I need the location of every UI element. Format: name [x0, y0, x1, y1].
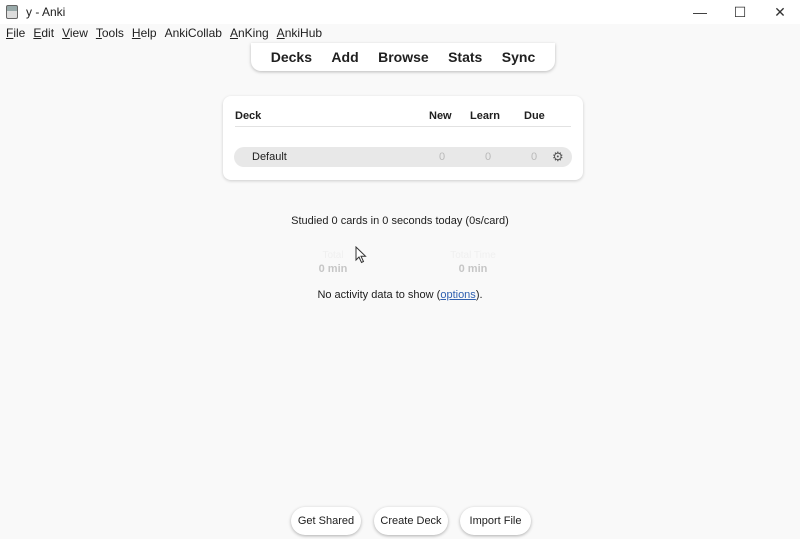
no-activity-text: No activity data to show (options). [317, 289, 483, 301]
window-title: y - Anki [26, 5, 66, 19]
deck-table-header: Deck New Learn Due [235, 110, 571, 127]
deck-list-card: Deck New Learn Due Default 0 0 0 ⚙ [223, 96, 583, 180]
deck-row[interactable]: Default 0 0 0 ⚙ [234, 147, 572, 167]
toolbar-sync[interactable]: Sync [502, 49, 535, 65]
close-button[interactable]: ✕ [760, 0, 800, 24]
toolbar-add[interactable]: Add [331, 49, 358, 65]
toolbar-stats[interactable]: Stats [448, 49, 482, 65]
menu-anking[interactable]: AnKing [230, 26, 269, 43]
mouse-cursor-icon [355, 246, 367, 264]
menu-file[interactable]: File [6, 26, 25, 43]
menu-ankihub[interactable]: AnkiHub [277, 26, 322, 43]
toolbar-browse[interactable]: Browse [378, 49, 429, 65]
anki-app-icon [6, 5, 18, 19]
gear-icon[interactable]: ⚙ [552, 149, 564, 165]
deck-due-count: 0 [531, 151, 538, 163]
deck-new-count: 0 [439, 151, 446, 163]
deck-learn-count: 0 [485, 151, 492, 163]
menu-help[interactable]: Help [132, 26, 157, 43]
menu-view[interactable]: View [62, 26, 88, 43]
get-shared-button[interactable]: Get Shared [291, 507, 361, 535]
stat-total-value: 0 min [318, 263, 348, 275]
menu-tools[interactable]: Tools [96, 26, 124, 43]
create-deck-button[interactable]: Create Deck [374, 507, 448, 535]
deck-name[interactable]: Default [252, 151, 287, 163]
menu-edit[interactable]: Edit [33, 26, 54, 43]
import-file-button[interactable]: Import File [460, 507, 531, 535]
menu-bar: File Edit View Tools Help AnkiCollab AnK… [0, 26, 324, 43]
window-controls: — ☐ ✕ [680, 0, 800, 24]
minimize-button[interactable]: — [680, 0, 720, 24]
options-link[interactable]: options [440, 289, 475, 301]
studied-today-text: Studied 0 cards in 0 seconds today (0s/c… [291, 215, 509, 227]
menu-ankicollab[interactable]: AnkiCollab [165, 26, 222, 43]
toolbar-decks[interactable]: Decks [271, 49, 312, 65]
header-deck: Deck [235, 110, 262, 122]
maximize-button[interactable]: ☐ [720, 0, 760, 24]
header-learn: Learn [470, 110, 500, 122]
title-bar: y - Anki — ☐ ✕ [0, 0, 800, 24]
header-new: New [429, 110, 452, 122]
header-due: Due [524, 110, 545, 122]
stat-total-time-value: 0 min [458, 263, 488, 275]
main-toolbar: Decks Add Browse Stats Sync [251, 43, 555, 71]
stat-total-time-label: Total Time [450, 250, 496, 261]
stat-total-time: Total Time 0 min [428, 250, 518, 275]
